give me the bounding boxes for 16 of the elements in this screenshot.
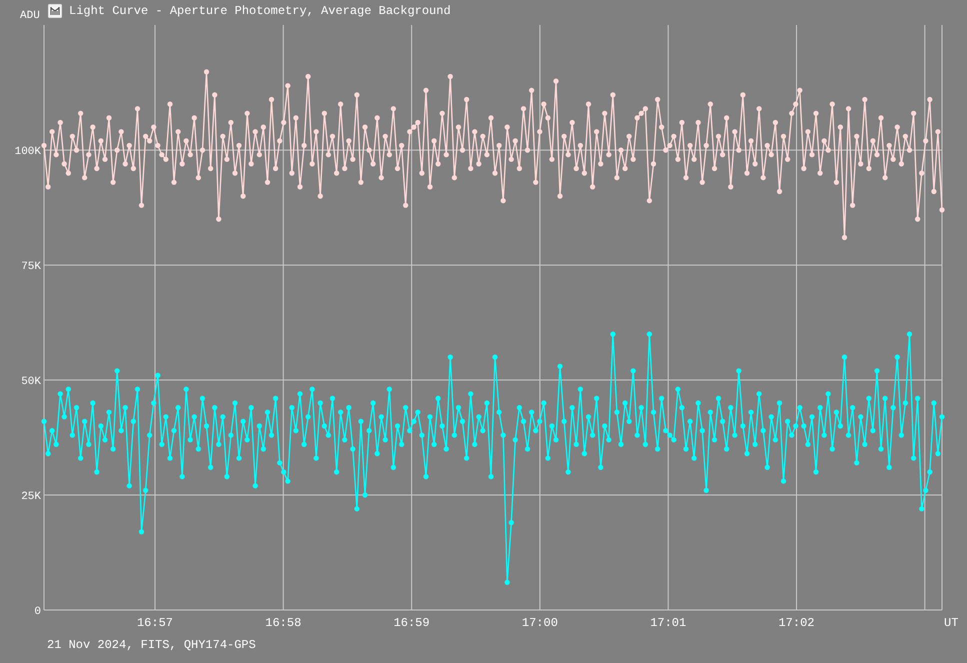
x-tick-label: 17:02	[778, 616, 814, 630]
axis-label: ADU	[20, 10, 41, 22]
y-tick-label: 75K	[21, 261, 41, 274]
x-tick-label: 16:57	[137, 616, 173, 630]
footer-info: 21 Nov 2024, FITS, QHY174-GPS	[46, 638, 257, 652]
y-tick-label: 0	[34, 606, 41, 618]
x-tick-label: 17:01	[650, 616, 686, 630]
y-tick-label: 50K	[21, 376, 41, 388]
y-tick-label: 100K	[14, 146, 41, 158]
x-tick-label: 17:00	[522, 616, 558, 630]
window-title: Light Curve - Aperture Photometry, Average Background	[69, 4, 451, 18]
axis-label: UT	[944, 616, 958, 630]
y-tick-label: 25K	[21, 491, 41, 504]
x-tick-label: 16:59	[394, 616, 430, 630]
x-tick-label: 16:58	[265, 616, 302, 630]
app-icon	[48, 4, 62, 18]
